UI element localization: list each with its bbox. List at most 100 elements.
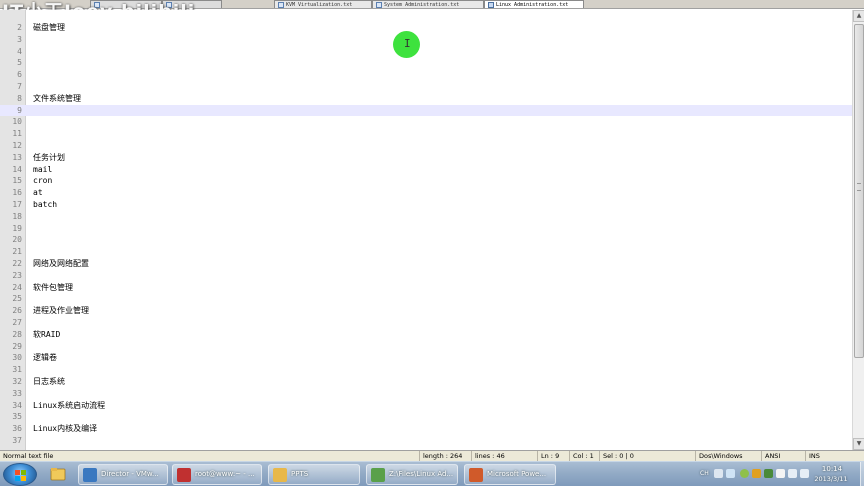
line-number: 26 bbox=[12, 306, 22, 316]
file-icon bbox=[376, 2, 382, 8]
taskbar-button-vmware-director[interactable]: Director - VMw... bbox=[78, 464, 168, 485]
editor-line[interactable]: 17 batch bbox=[0, 199, 852, 211]
line-text[interactable]: 网络及网络配置 bbox=[33, 258, 89, 270]
editor-line[interactable]: 15 cron bbox=[0, 175, 852, 187]
windows-taskbar: Director - VMw... root@www:~ - ... PPTS … bbox=[0, 461, 864, 487]
editor-line[interactable]: 19 bbox=[0, 223, 852, 235]
show-desktop-button[interactable] bbox=[860, 462, 864, 487]
line-text[interactable]: Linux系统启动流程 bbox=[33, 400, 105, 412]
notepad-icon bbox=[371, 468, 385, 482]
editor-line[interactable]: 23 bbox=[0, 270, 852, 282]
editor-line[interactable]: 25 bbox=[0, 293, 852, 305]
editor-line[interactable]: 37 bbox=[0, 435, 852, 447]
file-tab-system-administration[interactable]: System Administration.txt bbox=[372, 0, 484, 8]
editor-line[interactable]: 34 Linux系统启动流程 bbox=[0, 400, 852, 412]
editor-line[interactable]: 4 bbox=[0, 46, 852, 58]
line-number: 28 bbox=[12, 329, 22, 339]
line-text[interactable]: 日志系统 bbox=[33, 376, 65, 388]
line-number: 16 bbox=[12, 188, 22, 198]
taskbar-button-powerpoint[interactable]: Microsoft Powe... bbox=[464, 464, 556, 485]
line-number: 24 bbox=[12, 282, 22, 292]
line-number: 25 bbox=[12, 294, 22, 304]
line-text[interactable]: 任务计划 bbox=[33, 152, 65, 164]
scroll-down-arrow-icon[interactable]: ▼ bbox=[853, 438, 864, 450]
editor-line[interactable]: 12 bbox=[0, 140, 852, 152]
taskbar-button-label: Z:\Files\Linux Ad... bbox=[389, 470, 454, 478]
network-icon[interactable] bbox=[788, 469, 797, 478]
input-language[interactable]: CH bbox=[700, 470, 709, 477]
scrollbar-thumb[interactable] bbox=[854, 24, 864, 358]
editor-line[interactable]: 28 软RAID bbox=[0, 329, 852, 341]
text-editor[interactable]: 2 磁盘管理 3 4 5 6 7 8 文件系统管理 9 10 11 12 13 任务计划 14 mail 15 cr… bbox=[0, 10, 852, 450]
security-icon[interactable] bbox=[740, 469, 749, 478]
taskbar-button-terminal[interactable]: root@www:~ - ... bbox=[172, 464, 262, 485]
editor-line[interactable]: 2 磁盘管理 bbox=[0, 22, 852, 34]
vertical-scrollbar[interactable]: ▲ ▼ bbox=[852, 10, 864, 450]
app-tray-icon[interactable] bbox=[764, 469, 773, 478]
folder-icon bbox=[273, 468, 287, 482]
editor-line[interactable]: 32 日志系统 bbox=[0, 376, 852, 388]
editor-line[interactable]: 22 网络及网络配置 bbox=[0, 258, 852, 270]
editor-line[interactable]: 31 bbox=[0, 364, 852, 376]
line-text[interactable]: 软件包管理 bbox=[33, 282, 73, 294]
line-number: 6 bbox=[17, 70, 22, 80]
windows-logo-icon bbox=[15, 470, 27, 481]
editor-line[interactable]: 9 bbox=[0, 104, 852, 117]
flag-icon[interactable] bbox=[776, 469, 785, 478]
clock-date[interactable]: 2013/3/11 bbox=[808, 475, 854, 483]
editor-line[interactable]: 13 任务计划 bbox=[0, 152, 852, 164]
editor-line[interactable]: 11 bbox=[0, 128, 852, 140]
line-text[interactable]: mail bbox=[33, 164, 52, 176]
editor-line[interactable]: 6 bbox=[0, 69, 852, 81]
keyboard-icon[interactable] bbox=[714, 469, 723, 478]
editor-line[interactable]: 14 mail bbox=[0, 164, 852, 176]
taskbar-button-notepad-plus[interactable]: Z:\Files\Linux Ad... bbox=[366, 464, 458, 485]
scroll-up-arrow-icon[interactable]: ▲ bbox=[853, 10, 864, 22]
file-tab-kvm-virtualization[interactable]: KVM Virtualization.txt bbox=[274, 0, 372, 8]
clock-time[interactable]: 10:14 bbox=[814, 465, 850, 473]
editor-line[interactable]: 21 bbox=[0, 246, 852, 258]
taskbar-button-ppts-folder[interactable]: PPTS bbox=[268, 464, 360, 485]
help-icon[interactable] bbox=[726, 469, 735, 478]
line-text[interactable]: 进程及作业管理 bbox=[33, 305, 89, 317]
editor-line[interactable]: 30 逻辑卷 bbox=[0, 352, 852, 364]
start-button[interactable] bbox=[3, 463, 37, 486]
line-text[interactable]: 文件系统管理 bbox=[33, 93, 81, 105]
taskbar-button-label: root@www:~ - ... bbox=[195, 470, 255, 478]
line-number: 13 bbox=[12, 152, 22, 162]
editor-line[interactable]: 8 文件系统管理 bbox=[0, 93, 852, 105]
editor-line[interactable]: 24 软件包管理 bbox=[0, 282, 852, 294]
editor-line[interactable]: 16 at bbox=[0, 187, 852, 199]
pinned-app-1[interactable] bbox=[45, 464, 71, 485]
editor-line[interactable]: 20 bbox=[0, 234, 852, 246]
line-number: 23 bbox=[12, 270, 22, 280]
editor-line[interactable]: 18 bbox=[0, 211, 852, 223]
line-number: 22 bbox=[12, 258, 22, 268]
editor-line[interactable]: 5 bbox=[0, 57, 852, 69]
editor-line[interactable]: 35 bbox=[0, 411, 852, 423]
editor-line[interactable]: 10 bbox=[0, 116, 852, 128]
editor-line[interactable]: 33 bbox=[0, 388, 852, 400]
line-text[interactable]: cron bbox=[33, 175, 52, 187]
line-number: 36 bbox=[12, 424, 22, 434]
line-text[interactable]: batch bbox=[33, 199, 57, 211]
line-text[interactable]: at bbox=[33, 187, 43, 199]
editor-line[interactable]: 36 Linux内核及编译 bbox=[0, 423, 852, 435]
line-number: 12 bbox=[12, 140, 22, 150]
editor-line[interactable]: 27 bbox=[0, 317, 852, 329]
taskbar-button-label: PPTS bbox=[291, 470, 309, 478]
file-tab-linux-administration[interactable]: Linux Administration.txt bbox=[484, 0, 584, 8]
line-number: 32 bbox=[12, 376, 22, 386]
notification-icon[interactable] bbox=[752, 469, 761, 478]
line-text[interactable]: 逻辑卷 bbox=[33, 352, 57, 364]
editor-line[interactable]: 7 bbox=[0, 81, 852, 93]
line-text[interactable]: 磁盘管理 bbox=[33, 22, 65, 34]
line-number: 21 bbox=[12, 247, 22, 257]
editor-line[interactable]: 29 bbox=[0, 341, 852, 353]
editor-line[interactable]: 26 进程及作业管理 bbox=[0, 305, 852, 317]
tab-label: KVM Virtualization.txt bbox=[286, 2, 353, 8]
line-text[interactable]: 软RAID bbox=[33, 329, 60, 341]
taskbar-button-label: Director - VMw... bbox=[101, 470, 159, 478]
editor-line[interactable]: 3 bbox=[0, 34, 852, 46]
line-text[interactable]: Linux内核及编译 bbox=[33, 423, 97, 435]
